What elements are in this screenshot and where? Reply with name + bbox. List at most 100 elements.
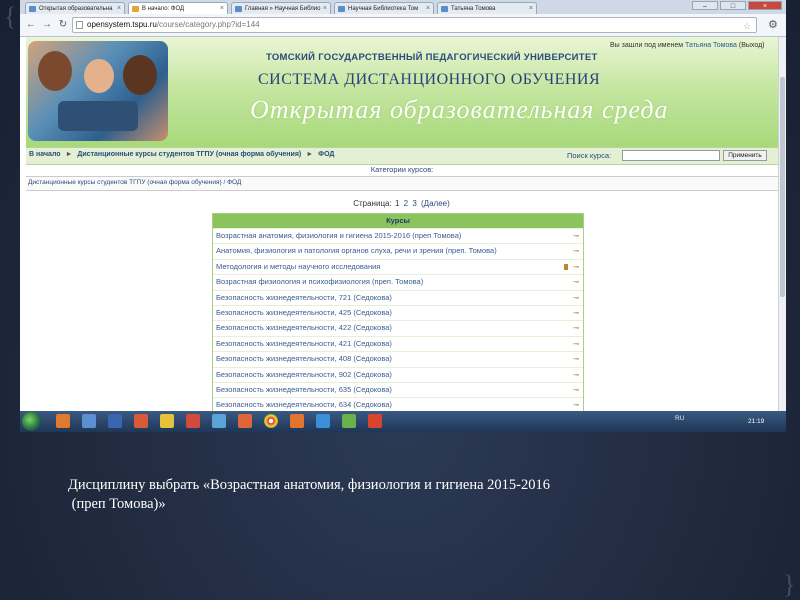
corner-bracket-right: } bbox=[783, 570, 796, 599]
course-link[interactable]: Анатомия, физиология и патология органов… bbox=[216, 246, 497, 255]
page-2-link[interactable]: 2 bbox=[404, 199, 408, 208]
wrench-icon[interactable]: ⚙ bbox=[768, 18, 778, 31]
key-icon: ⊸ bbox=[573, 263, 579, 271]
course-link[interactable]: Безопасность жизнедеятельности, 635 (Сед… bbox=[216, 385, 392, 394]
explorer-icon[interactable] bbox=[56, 414, 70, 428]
key-icon: ⊸ bbox=[573, 356, 579, 364]
course-row[interactable]: Безопасность жизнедеятельности, 902 (Сед… bbox=[213, 366, 583, 382]
firefox-icon[interactable] bbox=[290, 414, 304, 428]
key-icon: ⊸ bbox=[573, 340, 579, 348]
tab-label: Открытая образовательна bbox=[39, 6, 113, 12]
page-icon bbox=[235, 6, 242, 12]
search-input[interactable] bbox=[622, 150, 720, 161]
tab-1[interactable]: Открытая образовательна × bbox=[25, 2, 125, 14]
close-icon[interactable]: × bbox=[117, 3, 121, 14]
tab-3[interactable]: Главная » Научная Библио × bbox=[231, 2, 331, 14]
course-link[interactable]: Безопасность жизнедеятельности, 425 (Сед… bbox=[216, 308, 392, 317]
search-button[interactable]: Применить bbox=[723, 150, 767, 161]
tab-2[interactable]: В начало: ФОД × bbox=[128, 2, 228, 14]
navigation-bar: В начало ► Дистанционные курсы студентов… bbox=[26, 147, 778, 165]
close-icon[interactable]: × bbox=[220, 3, 224, 14]
pager: Страница: 1 2 3 (Далее) bbox=[26, 199, 778, 208]
language-indicator[interactable]: RU bbox=[675, 415, 684, 422]
start-button[interactable] bbox=[22, 412, 41, 431]
course-row[interactable]: Безопасность жизнедеятельности, 721 (Сед… bbox=[213, 289, 583, 305]
close-icon[interactable]: × bbox=[426, 3, 430, 14]
maximize-button[interactable]: □ bbox=[720, 1, 746, 10]
course-link[interactable]: Безопасность жизнедеятельности, 902 (Сед… bbox=[216, 370, 392, 379]
key-icon: ⊸ bbox=[573, 294, 579, 302]
back-button[interactable]: ← bbox=[24, 18, 38, 32]
courses-table: Курсы Возрастная анатомия, физиология и … bbox=[212, 213, 584, 411]
page-3-link[interactable]: 3 bbox=[412, 199, 416, 208]
tab-5[interactable]: Татьяна Томова × bbox=[437, 2, 537, 14]
key-icon: ⊸ bbox=[573, 325, 579, 333]
document-icon bbox=[564, 263, 568, 270]
word-icon[interactable] bbox=[82, 414, 96, 428]
page-icon bbox=[132, 6, 139, 12]
url-input[interactable]: opensystem.tspu.ru/course/category.php?i… bbox=[72, 17, 757, 33]
course-link[interactable]: Безопасность жизнедеятельности, 421 (Сед… bbox=[216, 339, 392, 348]
course-link[interactable]: Методология и методы научного исследован… bbox=[216, 262, 380, 271]
close-window-button[interactable]: × bbox=[748, 1, 782, 10]
course-link[interactable]: Безопасность жизнедеятельности, 634 (Сед… bbox=[216, 400, 392, 409]
app-icon[interactable] bbox=[316, 414, 330, 428]
logout-link[interactable]: (Выход) bbox=[739, 42, 765, 49]
tab-4[interactable]: Научная Библиотека Том × bbox=[334, 2, 434, 14]
caption-line-2: (преп Томова)» bbox=[68, 496, 166, 512]
course-row[interactable]: Анатомия, физиология и патология органов… bbox=[213, 243, 583, 258]
breadcrumb-home[interactable]: В начало bbox=[29, 151, 61, 158]
reload-button[interactable]: ↻ bbox=[56, 18, 70, 32]
scrollbar-thumb[interactable] bbox=[780, 77, 785, 297]
course-link[interactable]: Безопасность жизнедеятельности, 408 (Сед… bbox=[216, 354, 392, 363]
chrome-icon[interactable] bbox=[264, 414, 278, 428]
course-row[interactable]: Безопасность жизнедеятельности, 635 (Сед… bbox=[213, 381, 583, 397]
vertical-scrollbar[interactable] bbox=[778, 37, 786, 411]
forward-button[interactable]: → bbox=[40, 18, 54, 32]
category-path-text[interactable]: Дистанционные курсы студентов ТГПУ (очна… bbox=[28, 179, 241, 186]
course-row[interactable]: Безопасность жизнедеятельности, 422 (Сед… bbox=[213, 320, 583, 335]
tab-label: Главная » Научная Библио bbox=[245, 6, 321, 12]
star-icon[interactable]: ☆ bbox=[743, 19, 751, 33]
course-row[interactable]: Методология и методы научного исследован… bbox=[213, 258, 583, 274]
courses-header: Курсы bbox=[213, 214, 583, 228]
key-icon: ⊸ bbox=[573, 279, 579, 287]
app-icon[interactable] bbox=[212, 414, 226, 428]
course-link[interactable]: Возрастная физиология и психофизиология … bbox=[216, 277, 423, 286]
course-row[interactable]: Возрастная анатомия, физиология и гигиен… bbox=[213, 228, 583, 243]
course-link[interactable]: Возрастная анатомия, физиология и гигиен… bbox=[216, 231, 461, 240]
breadcrumb-separator-icon: ► bbox=[65, 151, 73, 158]
app-icon[interactable] bbox=[186, 414, 200, 428]
minimize-button[interactable]: – bbox=[692, 1, 718, 10]
course-row[interactable]: Возрастная физиология и психофизиология … bbox=[213, 274, 583, 289]
slogan: Открытая образовательная среда bbox=[250, 95, 669, 124]
key-icon: ⊸ bbox=[573, 248, 579, 256]
app-icon[interactable] bbox=[238, 414, 252, 428]
breadcrumb-current[interactable]: ФОД bbox=[318, 151, 334, 158]
pager-label: Страница: bbox=[353, 199, 392, 208]
app-icon[interactable] bbox=[108, 414, 122, 428]
key-icon: ⊸ bbox=[573, 371, 579, 379]
app-icon[interactable] bbox=[134, 414, 148, 428]
next-page-link[interactable]: (Далее) bbox=[421, 199, 450, 208]
tab-bar: Открытая образовательна × В начало: ФОД … bbox=[20, 0, 786, 14]
clock[interactable]: 21:19 bbox=[748, 418, 764, 425]
page-icon bbox=[441, 6, 448, 12]
key-icon: ⊸ bbox=[573, 233, 579, 240]
breadcrumb-category[interactable]: Дистанционные курсы студентов ТГПУ (очна… bbox=[77, 151, 301, 158]
app-icon[interactable] bbox=[342, 414, 356, 428]
breadcrumb-separator-icon: ► bbox=[306, 151, 314, 158]
course-link[interactable]: Безопасность жизнедеятельности, 422 (Сед… bbox=[216, 323, 392, 332]
course-row[interactable]: Безопасность жизнедеятельности, 425 (Сед… bbox=[213, 304, 583, 320]
course-link[interactable]: Безопасность жизнедеятельности, 721 (Сед… bbox=[216, 293, 392, 302]
login-user-link[interactable]: Татьяна Томова bbox=[685, 42, 737, 49]
course-row[interactable]: Безопасность жизнедеятельности, 408 (Сед… bbox=[213, 351, 583, 366]
course-row[interactable]: Безопасность жизнедеятельности, 421 (Сед… bbox=[213, 335, 583, 351]
app-icon[interactable] bbox=[160, 414, 174, 428]
key-icon: ⊸ bbox=[573, 402, 579, 410]
close-icon[interactable]: × bbox=[529, 3, 533, 14]
university-title: ТОМСКИЙ ГОСУДАРСТВЕННЫЙ ПЕДАГОГИЧЕСКИЙ У… bbox=[266, 52, 598, 63]
powerpoint-icon[interactable] bbox=[368, 414, 382, 428]
close-icon[interactable]: × bbox=[323, 3, 327, 14]
course-row[interactable]: Безопасность жизнедеятельности, 634 (Сед… bbox=[213, 397, 583, 411]
